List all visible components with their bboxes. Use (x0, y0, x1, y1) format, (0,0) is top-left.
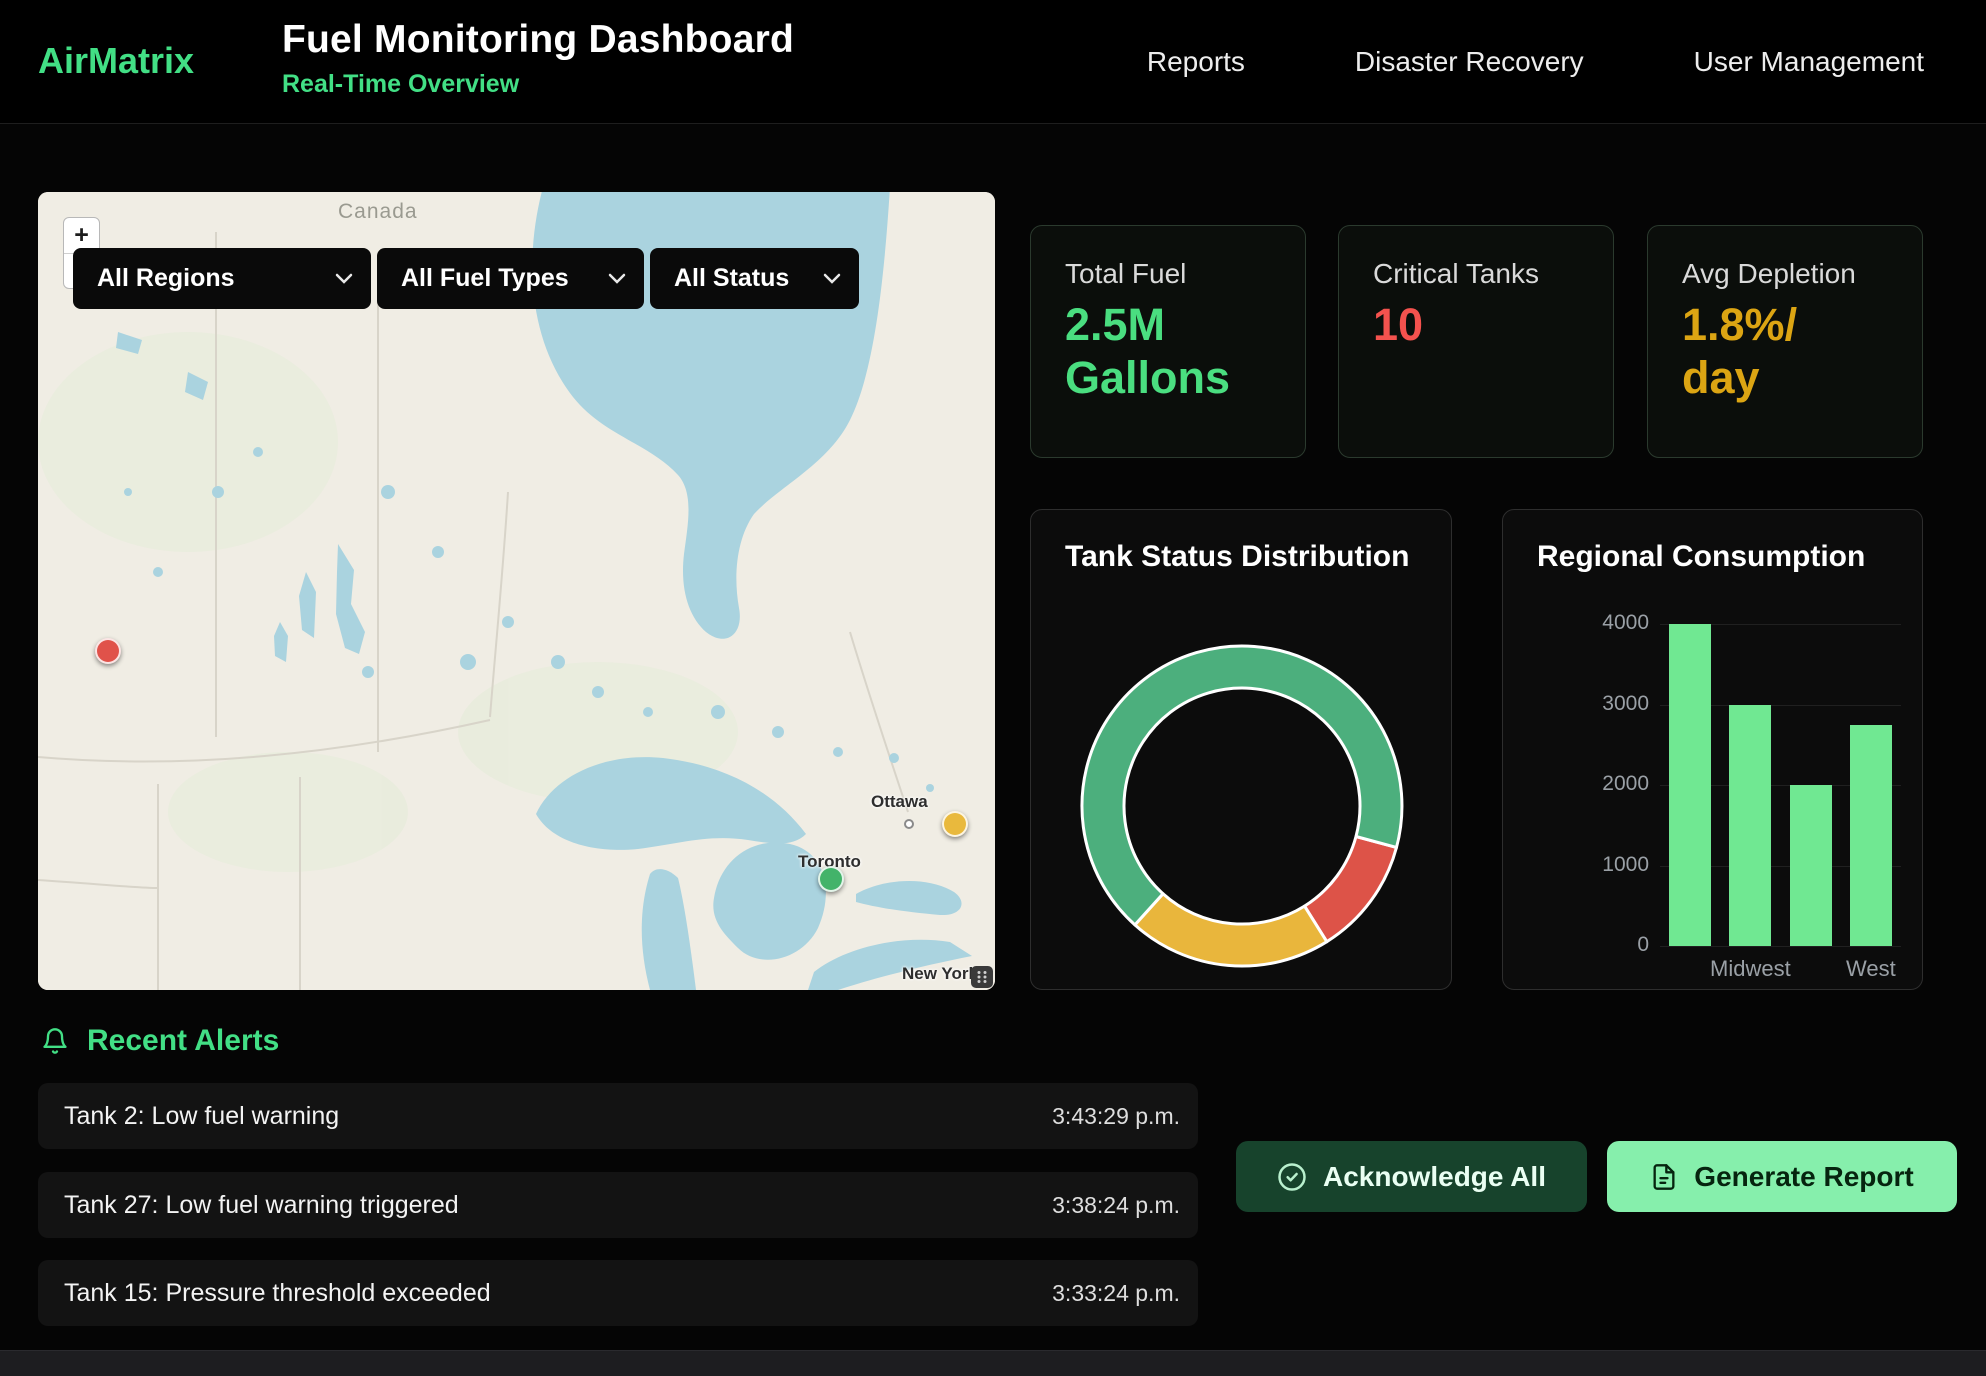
alert-message: Tank 2: Low fuel warning (64, 1102, 339, 1131)
page-title: Fuel Monitoring Dashboard (282, 18, 794, 62)
bar-3 (1850, 725, 1892, 946)
title-block: Fuel Monitoring Dashboard Real-Time Over… (282, 18, 794, 99)
status-filter-label: All Status (674, 264, 789, 293)
ottawa-city-dot (904, 819, 914, 829)
main-nav: Reports Disaster Recovery User Managemen… (1147, 0, 1924, 124)
stat-label: Total Fuel (1065, 258, 1305, 290)
alert-timestamp: 3:33:24 p.m. (1052, 1280, 1180, 1307)
drag-dots-icon (975, 970, 989, 984)
fuel-type-filter-dropdown[interactable]: All Fuel Types (377, 248, 644, 309)
map-label-ottawa: Ottawa (871, 792, 928, 812)
bar-0 (1669, 624, 1711, 946)
donut-segment-warning (1135, 894, 1327, 966)
alert-row[interactable]: Tank 27: Low fuel warning triggered 3:38… (38, 1172, 1198, 1238)
alert-row[interactable]: Tank 2: Low fuel warning 3:43:29 p.m. (38, 1083, 1198, 1149)
check-circle-icon (1277, 1162, 1307, 1192)
map-marker-warning[interactable] (942, 811, 968, 837)
alert-row[interactable]: Tank 15: Pressure threshold exceeded 3:3… (38, 1260, 1198, 1326)
bottom-bar (0, 1350, 1986, 1376)
x-axis-label: Midwest (1690, 956, 1810, 982)
nav-item-user-management[interactable]: User Management (1694, 46, 1924, 78)
stat-value-line1: 1.8%/ (1682, 298, 1922, 351)
regional-consumption-bar-chart: 01000200030004000MidwestWest (1503, 510, 1922, 989)
nav-item-disaster-recovery[interactable]: Disaster Recovery (1355, 46, 1584, 78)
bar-2 (1790, 785, 1832, 946)
stat-value-line1: 10 (1373, 298, 1613, 351)
alert-message: Tank 27: Low fuel warning triggered (64, 1191, 459, 1220)
chart-title: Tank Status Distribution (1065, 540, 1451, 574)
x-axis-label: West (1811, 956, 1931, 982)
fuel-monitoring-app: AirMatrix Fuel Monitoring Dashboard Real… (0, 0, 1986, 1376)
chevron-down-icon (335, 273, 353, 284)
alert-message: Tank 15: Pressure threshold exceeded (64, 1279, 491, 1308)
map-label-canada: Canada (338, 200, 418, 224)
tank-status-chart-card: Tank Status Distribution (1030, 509, 1452, 990)
bar-plot-area (1660, 624, 1901, 946)
y-axis-tick: 0 (1539, 933, 1649, 957)
acknowledge-all-label: Acknowledge All (1323, 1161, 1546, 1193)
alerts-title: Recent Alerts (87, 1024, 279, 1058)
stat-value: 2.5M Gallons (1065, 298, 1305, 404)
y-axis-tick: 3000 (1539, 692, 1649, 716)
regional-consumption-chart-card: Regional Consumption 01000200030004000Mi… (1502, 509, 1923, 990)
region-filter-dropdown[interactable]: All Regions (73, 248, 371, 309)
alert-timestamp: 3:43:29 p.m. (1052, 1103, 1180, 1130)
stat-label: Avg Depletion (1682, 258, 1922, 290)
region-filter-label: All Regions (97, 264, 235, 293)
fuel-map[interactable]: + − All Regions All Fuel Types All Statu… (38, 192, 995, 990)
stat-value: 1.8%/ day (1682, 298, 1922, 404)
stat-value-line2: day (1682, 351, 1922, 404)
alerts-header: Recent Alerts (41, 1024, 279, 1058)
status-filter-dropdown[interactable]: All Status (650, 248, 859, 309)
chevron-down-icon (823, 273, 841, 284)
tank-status-donut-chart (1062, 626, 1422, 986)
app-header: AirMatrix Fuel Monitoring Dashboard Real… (0, 0, 1986, 124)
map-resize-handle[interactable] (971, 966, 993, 988)
bell-icon (41, 1027, 69, 1055)
chevron-down-icon (608, 273, 626, 284)
generate-report-button[interactable]: Generate Report (1607, 1141, 1957, 1212)
gridline (1660, 946, 1901, 947)
stat-value-line2: Gallons (1065, 351, 1305, 404)
map-label-new-york: New York (902, 964, 978, 984)
alert-timestamp: 3:38:24 p.m. (1052, 1192, 1180, 1219)
map-marker-normal[interactable] (818, 866, 844, 892)
bar-1 (1729, 705, 1771, 947)
map-filter-bar: All Regions All Fuel Types All Status (73, 248, 859, 309)
stat-card-total-fuel: Total Fuel 2.5M Gallons (1030, 225, 1306, 458)
document-icon (1650, 1163, 1678, 1191)
stat-card-avg-depletion: Avg Depletion 1.8%/ day (1647, 225, 1923, 458)
page-subtitle: Real-Time Overview (282, 70, 794, 99)
stat-value: 10 (1373, 298, 1613, 351)
y-axis-tick: 4000 (1539, 611, 1649, 635)
nav-item-reports[interactable]: Reports (1147, 46, 1245, 78)
y-axis-tick: 1000 (1539, 853, 1649, 877)
stat-value-line1: 2.5M (1065, 298, 1305, 351)
fuel-type-filter-label: All Fuel Types (401, 264, 569, 293)
acknowledge-all-button[interactable]: Acknowledge All (1236, 1141, 1587, 1212)
generate-report-label: Generate Report (1694, 1161, 1913, 1193)
stat-label: Critical Tanks (1373, 258, 1613, 290)
stat-card-critical-tanks: Critical Tanks 10 (1338, 225, 1614, 458)
brand-logo[interactable]: AirMatrix (38, 40, 194, 82)
y-axis-tick: 2000 (1539, 772, 1649, 796)
map-marker-critical[interactable] (95, 638, 121, 664)
